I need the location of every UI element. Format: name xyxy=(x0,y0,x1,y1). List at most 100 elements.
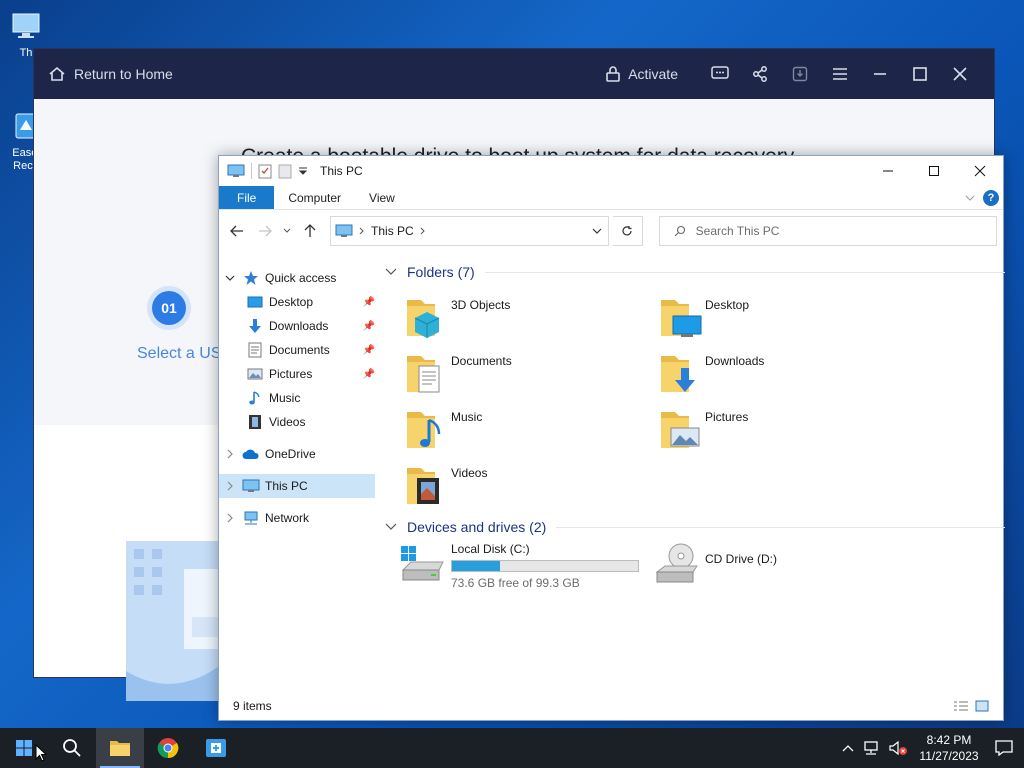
download-button[interactable] xyxy=(780,59,820,89)
folder-3d-objects[interactable]: 3D Objects xyxy=(405,294,645,346)
help-icon[interactable]: ? xyxy=(983,189,999,206)
address-dropdown[interactable] xyxy=(586,217,608,245)
up-button[interactable] xyxy=(298,219,322,243)
maximize-button[interactable] xyxy=(911,156,957,186)
nav-label: Downloads xyxy=(269,319,329,333)
feedback-button[interactable] xyxy=(700,59,740,89)
details-view-icon[interactable] xyxy=(953,700,969,712)
back-button[interactable] xyxy=(225,219,249,243)
volume-muted-icon[interactable] xyxy=(888,740,908,756)
close-icon xyxy=(974,165,986,177)
chevron-up-icon[interactable] xyxy=(842,744,854,752)
return-home-button[interactable]: Return to Home xyxy=(48,65,173,83)
folder-label: Documents xyxy=(451,354,512,368)
notifications-button[interactable] xyxy=(984,728,1024,768)
nav-music[interactable]: Music xyxy=(219,386,379,410)
tab-view[interactable]: View xyxy=(355,186,409,209)
nav-desktop[interactable]: Desktop 📌 xyxy=(219,290,379,314)
folder-downloads[interactable]: Downloads xyxy=(659,350,899,402)
chevron-down-icon xyxy=(284,228,291,233)
customize-toolbar-icon[interactable] xyxy=(298,166,308,176)
folder-videos[interactable]: Videos xyxy=(405,462,645,514)
app-header: Return to Home Activate xyxy=(34,49,994,99)
drive-free-space: 73.6 GB free of 99.3 GB xyxy=(451,576,580,590)
nav-label: Quick access xyxy=(265,271,337,285)
taskbar-recovery-app[interactable] xyxy=(192,728,240,768)
drive-cd-d[interactable]: CD Drive (D:) xyxy=(653,542,777,586)
nav-this-pc[interactable]: This PC xyxy=(219,474,375,498)
app-close-button[interactable] xyxy=(940,59,980,89)
nav-network[interactable]: Network xyxy=(219,506,379,530)
nav-label: Desktop xyxy=(269,295,314,309)
nav-onedrive[interactable]: OneDrive xyxy=(219,442,379,466)
picture-icon xyxy=(247,368,263,380)
properties-icon[interactable] xyxy=(258,163,272,179)
activate-button[interactable]: Activate xyxy=(604,65,678,83)
share-button[interactable] xyxy=(740,59,780,89)
address-bar[interactable]: This PC xyxy=(330,216,609,246)
devices-group-header[interactable]: Devices and drives (2) xyxy=(385,515,1005,539)
nav-label: Documents xyxy=(269,343,330,357)
clock[interactable]: 8:42 PM 11/27/2023 xyxy=(914,732,984,764)
search-box[interactable]: Search This PC xyxy=(658,216,997,246)
nav-videos[interactable]: Videos xyxy=(219,410,379,434)
nav-pictures[interactable]: Pictures 📌 xyxy=(219,362,379,386)
ribbon-tabs: File Computer View ? xyxy=(219,186,1003,210)
app-maximize-button[interactable] xyxy=(900,59,940,89)
app-minimize-button[interactable] xyxy=(860,59,900,89)
folder-music[interactable]: Music xyxy=(405,406,645,458)
close-button[interactable] xyxy=(957,156,1003,186)
folder-pictures[interactable]: Pictures xyxy=(659,406,899,458)
folder-icon xyxy=(110,741,130,756)
cloud-icon xyxy=(242,449,259,459)
mouse-cursor-icon xyxy=(35,744,47,762)
content-pane: Folders (7) 3D Objects Desktop Documents… xyxy=(385,260,1005,692)
chevron-down-icon xyxy=(225,275,235,281)
hard-drive-windows-icon xyxy=(401,546,444,581)
share-icon xyxy=(753,66,767,82)
search-taskbar-button[interactable] xyxy=(48,728,96,768)
illustration xyxy=(126,541,226,701)
taskbar-chrome[interactable] xyxy=(144,728,192,768)
recent-locations-button[interactable] xyxy=(280,219,294,243)
menu-button[interactable] xyxy=(820,59,860,89)
taskbar-file-explorer[interactable] xyxy=(96,728,144,768)
new-folder-icon[interactable] xyxy=(278,163,292,179)
download-icon xyxy=(792,66,808,82)
activate-label: Activate xyxy=(628,66,678,82)
document-icon xyxy=(248,342,262,358)
nav-documents[interactable]: Documents 📌 xyxy=(219,338,379,362)
return-home-label: Return to Home xyxy=(74,66,173,82)
folders-group-header[interactable]: Folders (7) xyxy=(385,260,1005,284)
search-icon xyxy=(674,225,685,237)
drive-usage-fill xyxy=(452,561,501,571)
nav-downloads[interactable]: Downloads 📌 xyxy=(219,314,379,338)
3d-objects-folder-icon xyxy=(407,300,440,338)
chevron-right-icon xyxy=(227,513,233,523)
network-status-icon[interactable] xyxy=(862,740,880,756)
network-icon xyxy=(244,511,258,525)
folder-desktop[interactable]: Desktop xyxy=(659,294,899,346)
tab-computer[interactable]: Computer xyxy=(274,186,355,209)
search-icon xyxy=(63,739,81,757)
arrow-up-icon xyxy=(304,224,316,237)
step-label: Select a US xyxy=(137,345,222,362)
nav-quick-access[interactable]: Quick access xyxy=(219,266,379,290)
windows-logo-icon xyxy=(16,740,32,756)
large-icons-view-icon[interactable] xyxy=(975,700,989,712)
tab-file[interactable]: File xyxy=(219,186,275,209)
music-folder-icon xyxy=(407,412,441,448)
music-note-icon xyxy=(249,391,260,405)
expand-ribbon-icon[interactable] xyxy=(965,194,975,202)
film-icon xyxy=(249,415,261,429)
drive-local-disk-c[interactable]: Local Disk (C:) 73.6 GB free of 99.3 GB xyxy=(399,542,639,590)
folder-documents[interactable]: Documents xyxy=(405,350,645,402)
lock-icon xyxy=(606,66,620,82)
explorer-titlebar: This PC xyxy=(219,156,1003,186)
refresh-button[interactable] xyxy=(612,216,643,246)
status-bar: 9 items xyxy=(219,692,1003,720)
chevron-down-icon xyxy=(385,523,397,530)
this-pc-icon xyxy=(242,479,260,492)
forward-button[interactable] xyxy=(253,219,277,243)
minimize-button[interactable] xyxy=(865,156,911,186)
